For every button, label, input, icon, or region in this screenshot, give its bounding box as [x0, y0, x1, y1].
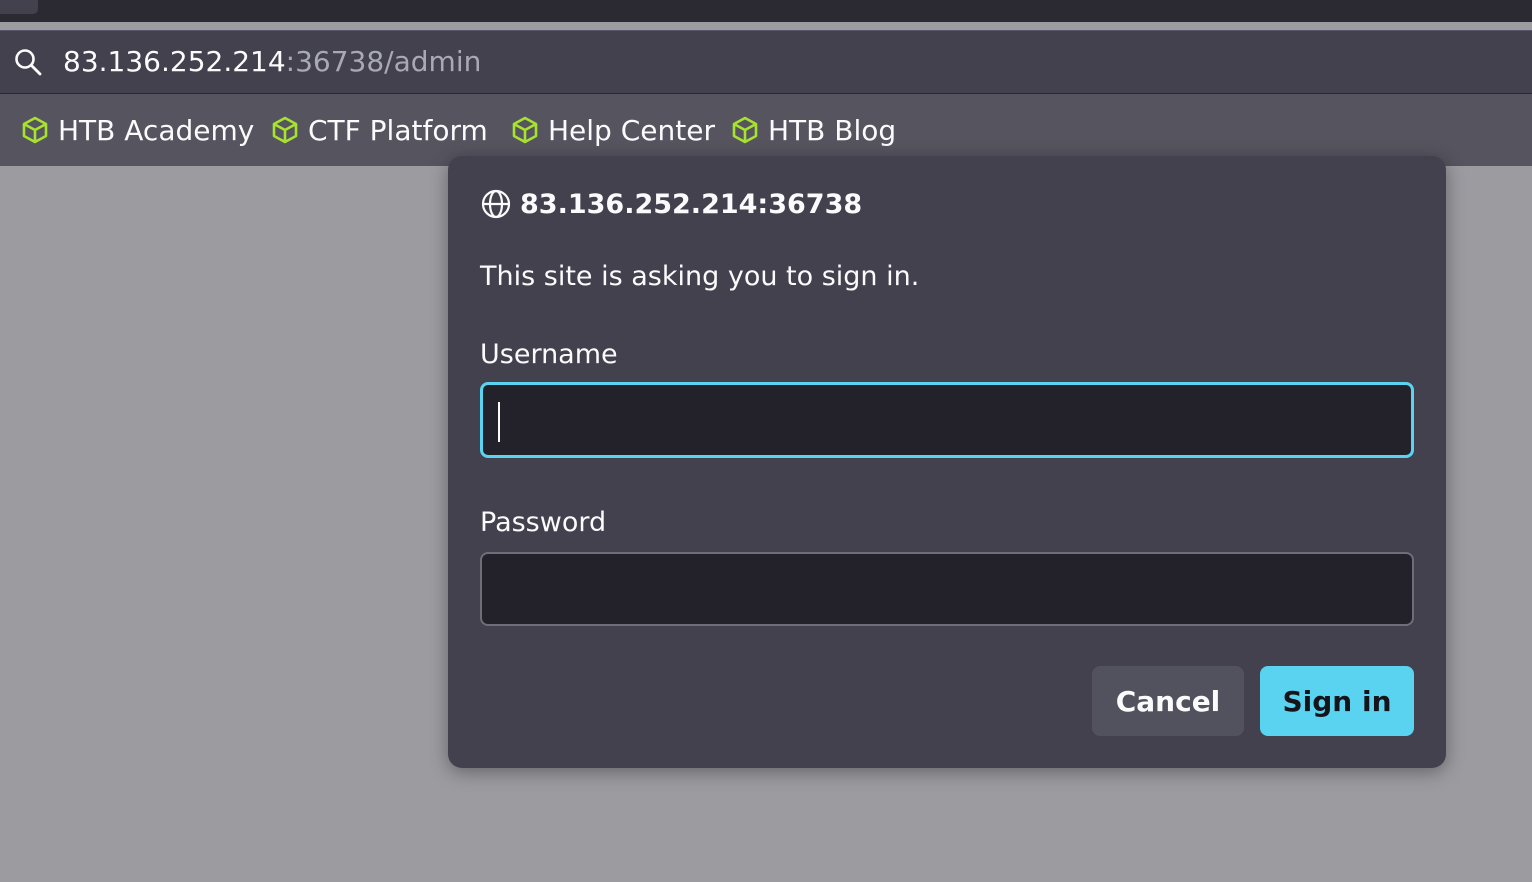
- tab-strip: [0, 0, 1532, 22]
- bookmark-htb-academy[interactable]: HTB Academy: [20, 112, 254, 148]
- cube-icon: [272, 116, 298, 144]
- cancel-button[interactable]: Cancel: [1092, 666, 1244, 736]
- dialog-origin: 83.136.252.214:36738: [480, 188, 862, 220]
- username-label: Username: [480, 339, 618, 370]
- search-icon: [15, 49, 42, 76]
- password-label: Password: [480, 507, 607, 538]
- url-path: :36738/admin: [285, 45, 482, 78]
- globe-icon: [481, 189, 511, 219]
- dialog-message: This site is asking you to sign in.: [480, 261, 920, 292]
- bookmark-label: HTB Academy: [58, 113, 255, 147]
- bookmark-label: HTB Blog: [768, 113, 897, 147]
- url-text[interactable]: 83.136.252.214:36738/admin: [63, 45, 481, 79]
- address-bar[interactable]: 83.136.252.214:36738/admin: [0, 30, 1532, 94]
- cube-icon: [22, 116, 48, 144]
- tab[interactable]: [0, 0, 38, 14]
- sign-in-button[interactable]: Sign in: [1260, 666, 1414, 736]
- bookmark-help-center[interactable]: Help Center: [510, 112, 715, 148]
- bookmark-label: CTF Platform: [308, 113, 488, 147]
- bookmark-htb-blog[interactable]: HTB Blog: [730, 112, 896, 148]
- url-host: 83.136.252.214: [63, 45, 286, 78]
- text-caret: [498, 402, 500, 442]
- username-field[interactable]: [480, 382, 1414, 458]
- bookmark-label: Help Center: [548, 113, 715, 147]
- origin-text: 83.136.252.214:36738: [520, 188, 863, 220]
- bookmark-ctf-platform[interactable]: CTF Platform: [270, 112, 488, 148]
- auth-dialog: 83.136.252.214:36738 This site is asking…: [448, 156, 1446, 768]
- cube-icon: [732, 116, 758, 144]
- password-field[interactable]: [480, 552, 1414, 626]
- cube-icon: [512, 116, 538, 144]
